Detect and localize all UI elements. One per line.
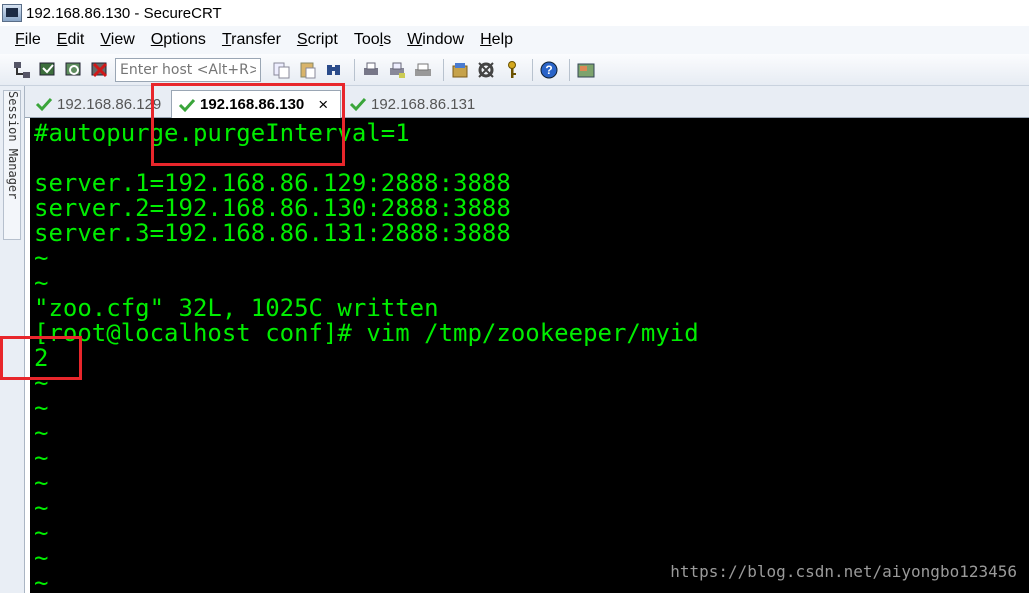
vim-empty-line: ~ bbox=[34, 494, 49, 522]
svg-text:?: ? bbox=[545, 63, 552, 77]
reconnect-icon[interactable] bbox=[63, 59, 85, 81]
quick-connect-icon[interactable] bbox=[37, 59, 59, 81]
find-icon[interactable] bbox=[323, 59, 345, 81]
vim-empty-line: ~ bbox=[34, 444, 49, 472]
menu-edit[interactable]: Edit bbox=[49, 31, 93, 49]
toolbar-separator bbox=[569, 58, 570, 81]
menu-options[interactable]: Options bbox=[143, 31, 214, 49]
global-options-icon[interactable] bbox=[475, 59, 497, 81]
watermark: https://blog.csdn.net/aiyongbo123456 bbox=[670, 562, 1017, 581]
menu-file[interactable]: File bbox=[7, 31, 49, 49]
print-setup-icon[interactable] bbox=[386, 59, 408, 81]
vim-empty-line: ~ bbox=[34, 519, 49, 547]
connect-icon[interactable] bbox=[11, 59, 33, 81]
print-icon[interactable] bbox=[360, 59, 382, 81]
toolbar: ? bbox=[0, 54, 1029, 86]
copy-icon[interactable] bbox=[271, 59, 293, 81]
vim-empty-line: ~ bbox=[34, 269, 49, 297]
tab-192-168-86-129[interactable]: 192.168.86.129 bbox=[29, 90, 169, 118]
tab-192-168-86-131[interactable]: 192.168.86.131 bbox=[343, 90, 493, 118]
quick-connect-input[interactable] bbox=[115, 57, 261, 82]
menu-tools[interactable]: Tools bbox=[346, 31, 399, 49]
vim-empty-line: ~ bbox=[34, 544, 49, 572]
menu-window[interactable]: Window bbox=[399, 31, 472, 49]
annotation-box-tab bbox=[151, 83, 345, 166]
menu-help[interactable]: Help bbox=[472, 31, 521, 49]
log-icon[interactable] bbox=[412, 59, 434, 81]
menu-bar: File Edit View Options Transfer Script Tools Wi… bbox=[0, 26, 1029, 54]
title-bar: 192.168.86.130 - SecureCRT bbox=[0, 0, 1029, 26]
key-icon[interactable] bbox=[501, 59, 523, 81]
connected-check-icon bbox=[35, 97, 53, 112]
terminal-line: server.2=192.168.86.130:2888:3888 bbox=[34, 194, 511, 222]
annotation-box-myid bbox=[0, 336, 82, 380]
menu-transfer[interactable]: Transfer bbox=[214, 31, 289, 49]
session-options-icon[interactable] bbox=[449, 59, 471, 81]
toolbar-separator bbox=[532, 58, 533, 81]
tab-label: 192.168.86.129 bbox=[57, 95, 162, 113]
session-manager-tab[interactable]: Session Manager bbox=[3, 90, 21, 240]
window-title: 192.168.86.130 - SecureCRT bbox=[26, 4, 222, 22]
vim-empty-line: ~ bbox=[34, 244, 49, 272]
terminal-line: server.1=192.168.86.129:2888:3888 bbox=[34, 169, 511, 197]
sftp-icon[interactable] bbox=[575, 59, 597, 81]
terminal-line: [root@localhost conf]# vim /tmp/zookeepe… bbox=[34, 319, 699, 347]
connected-check-icon bbox=[349, 97, 367, 112]
terminal-screen[interactable]: #autopurge.purgeInterval=1 server.1=192.1… bbox=[30, 118, 1029, 593]
menu-view[interactable]: View bbox=[92, 31, 142, 49]
paste-icon[interactable] bbox=[297, 59, 319, 81]
toolbar-separator bbox=[354, 58, 355, 81]
menu-script[interactable]: Script bbox=[289, 31, 346, 49]
tab-label: 192.168.86.131 bbox=[371, 95, 476, 113]
toolbar-separator bbox=[443, 58, 444, 81]
securecrt-app-icon[interactable] bbox=[2, 4, 22, 22]
terminal-line: server.3=192.168.86.131:2888:3888 bbox=[34, 219, 511, 247]
vim-empty-line: ~ bbox=[34, 419, 49, 447]
vim-empty-line: ~ bbox=[34, 469, 49, 497]
terminal-line: "zoo.cfg" 32L, 1025C written bbox=[34, 294, 439, 322]
vim-empty-line: ~ bbox=[34, 394, 49, 422]
vim-empty-line: ~ bbox=[34, 569, 49, 593]
help-icon[interactable]: ? bbox=[538, 59, 560, 81]
disconnect-icon[interactable] bbox=[89, 59, 111, 81]
